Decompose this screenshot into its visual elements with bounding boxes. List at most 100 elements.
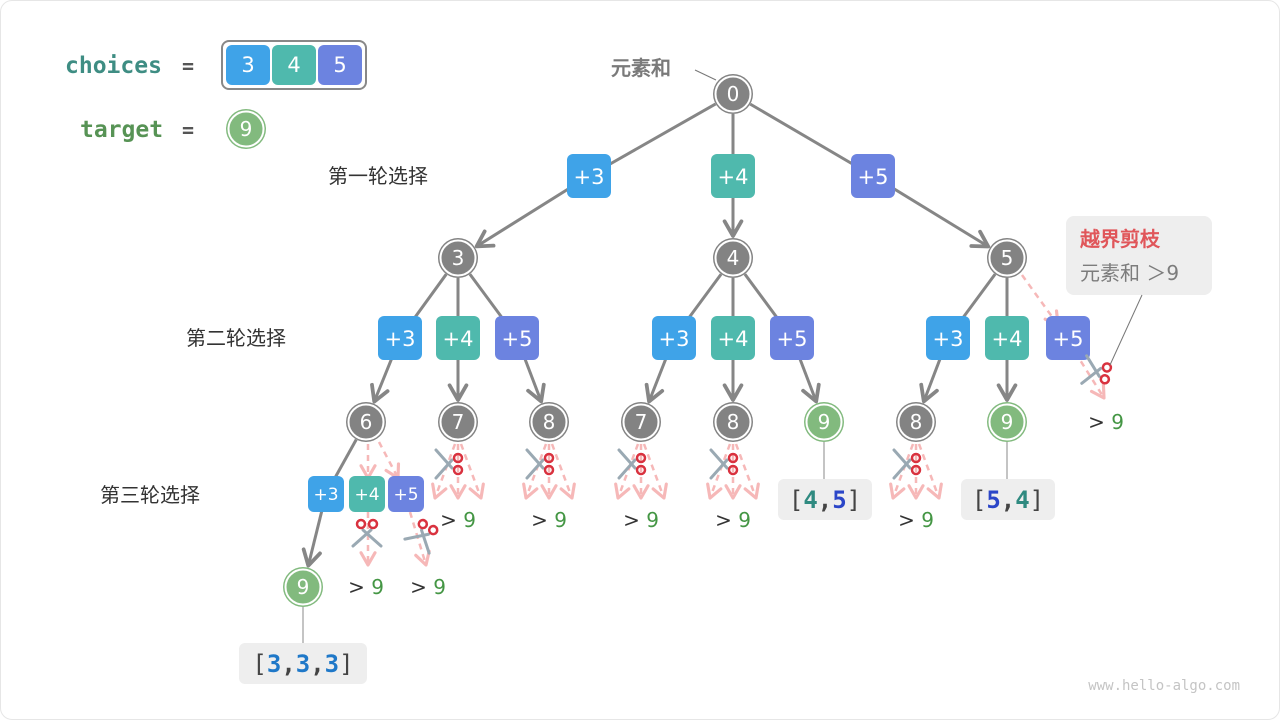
tree-node: 0 [713, 74, 753, 114]
round-label-2: 第二轮选择 [186, 326, 286, 350]
choice-box-label: +5 [502, 327, 533, 351]
exceed-label: > 9 [440, 508, 476, 532]
solution-item: 3 [267, 650, 281, 678]
choice-box-label: +4 [992, 327, 1023, 351]
solution-text: [3,3,3] [252, 650, 353, 678]
round-label-1: 第一轮选择 [328, 164, 428, 188]
choice-box-label: +4 [718, 327, 749, 351]
solution-item: 5 [832, 486, 846, 514]
choice-box-c4: +4 [711, 154, 755, 198]
tree-node-value: 9 [818, 410, 831, 434]
tree-node-value: 9 [297, 575, 310, 599]
exceed-label: > 9 [898, 508, 934, 532]
tree-node: 7 [438, 402, 478, 442]
exceed-num: 9 [646, 508, 659, 532]
choices-item: 5 [333, 53, 346, 77]
scissors-icon [434, 448, 464, 480]
root-caption: 元素和 [611, 56, 671, 80]
target-node-value: 9 [240, 117, 253, 141]
choice-boxes: +3 +4 +5 +3 +4 +5 +3 +4 +5 +3 +4 +5 +3 +4 +5 [308, 154, 1090, 512]
scissors-icon [525, 448, 555, 480]
choice-box-c3: +3 [926, 316, 970, 360]
exceed-gt: > [410, 575, 433, 599]
choice-box-c4: +4 [436, 316, 480, 360]
choice-box-c4: +4 [711, 316, 755, 360]
tree-node-value: 8 [543, 410, 556, 434]
scissors-icon [892, 448, 922, 480]
solution-text: [5,4] [972, 486, 1044, 514]
choice-box-label: +4 [443, 327, 474, 351]
choice-box-label: +5 [1053, 327, 1084, 351]
tree-node: 8 [896, 402, 936, 442]
exceed-gt: > [440, 508, 463, 532]
exceed-label: > 9 [623, 508, 659, 532]
tree-node: 8 [713, 402, 753, 442]
choice-box-c5: +5 [1046, 316, 1090, 360]
tree-node-value: 3 [452, 246, 465, 270]
tree-node: 3 [438, 238, 478, 278]
solution-item: 3 [325, 650, 339, 678]
watermark: www.hello-algo.com [1088, 678, 1240, 694]
solution-item: 4 [803, 486, 817, 514]
exceed-label: > 9 [715, 508, 751, 532]
exceed-label: > 9 [531, 508, 567, 532]
tree-node-value: 5 [1001, 246, 1014, 270]
tree-node-value: 7 [635, 410, 648, 434]
target-label: target [80, 117, 163, 143]
scissors-icon [709, 448, 739, 480]
exceed-num: 9 [1111, 410, 1124, 434]
root-caption-pointer [694, 69, 717, 81]
target-node: 9 [226, 109, 266, 149]
choice-box-label: +3 [313, 485, 338, 505]
pruned-edge [642, 443, 668, 500]
tree-node: 6 [346, 402, 386, 442]
choice-box-label: +4 [718, 165, 749, 189]
choice-box-c4: +4 [349, 476, 385, 512]
choice-box-label: +3 [574, 165, 605, 189]
tree-node-solution: 9 [987, 402, 1027, 442]
exceed-label: > 9 [1088, 410, 1124, 434]
solution-item: 3 [296, 650, 310, 678]
tree-node-solution: 9 [283, 567, 323, 607]
exceed-num: 9 [921, 508, 934, 532]
prune-note-title: 越界剪枝 [1079, 227, 1161, 251]
choice-box-label: +4 [354, 485, 379, 505]
tree-node-value: 9 [1001, 410, 1014, 434]
solution-label: [4,5] [778, 442, 872, 520]
tree-node: 8 [529, 402, 569, 442]
tree-node-solution: 9 [804, 402, 844, 442]
choices-array: 3 4 5 [226, 45, 362, 85]
choice-box-c5: +5 [770, 316, 814, 360]
choices-label: choices [65, 53, 162, 79]
legend: choices = 3 4 5 target = 9 [65, 40, 367, 149]
choice-box-label: +5 [393, 485, 418, 505]
choices-item: 3 [241, 53, 254, 77]
pruned-edge [917, 443, 943, 500]
pruned-edge [377, 441, 401, 480]
tree-node: 5 [987, 238, 1027, 278]
choices-equals: = [182, 54, 194, 78]
choices-item: 4 [287, 53, 300, 77]
choice-box-c5: +5 [851, 154, 895, 198]
choice-box-c4: +4 [985, 316, 1029, 360]
tree-node: 4 [713, 238, 753, 278]
prune-note-pointer [1109, 294, 1143, 366]
choice-box-c3: +3 [378, 316, 422, 360]
exceed-label: > 9 [348, 575, 384, 599]
choice-box-label: +3 [933, 327, 964, 351]
target-equals: = [182, 118, 194, 142]
tree-node-value: 0 [727, 82, 740, 106]
solution-item: 4 [1015, 486, 1029, 514]
tree-node-value: 6 [360, 410, 373, 434]
prune-note-subtitle: 元素和 ＞9 [1080, 261, 1179, 285]
tree-node: 7 [621, 402, 661, 442]
scissors-icon [617, 448, 647, 480]
solution-label: [3,3,3] [239, 607, 367, 684]
pruned-edge [734, 443, 760, 500]
exceed-num: 9 [371, 575, 384, 599]
exceed-gt: > [715, 508, 738, 532]
solution-text: [4,5] [789, 486, 861, 514]
exceed-num: 9 [463, 508, 476, 532]
solution-label: [5,4] [961, 442, 1055, 520]
choice-box-label: +3 [385, 327, 416, 351]
